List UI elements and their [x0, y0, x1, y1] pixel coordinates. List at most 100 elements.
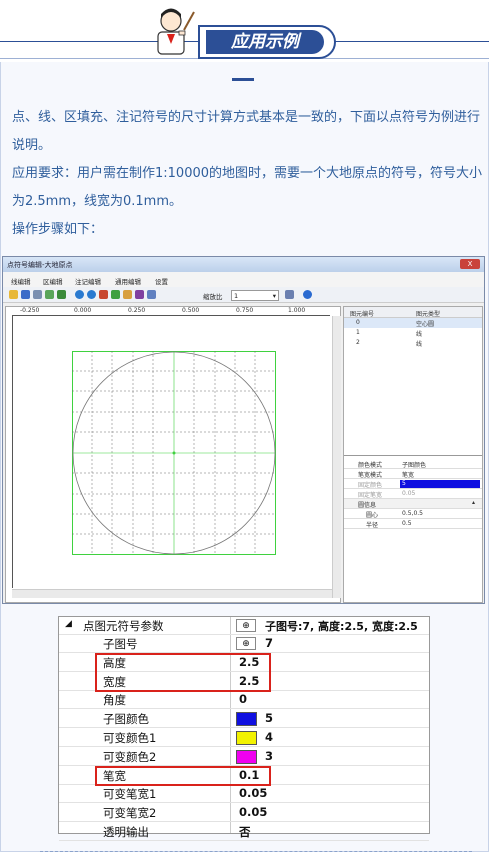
vertical-scrollbar[interactable] [332, 316, 341, 598]
color-swatch[interactable] [236, 712, 257, 727]
close-button[interactable]: X [460, 259, 480, 269]
element-type: 空心圆 [416, 321, 435, 328]
ruler-tick: -0.250 [20, 307, 40, 314]
grid-icon[interactable] [111, 290, 120, 299]
import-icon[interactable] [45, 290, 54, 299]
zoom-icon[interactable] [135, 290, 144, 299]
property-row[interactable]: 颜色模式 子图颜色 [344, 459, 482, 469]
property-key: 笔宽模式 [358, 472, 383, 479]
parameter-label: 可变颜色2 [103, 749, 157, 764]
property-value: 0.5 [402, 520, 412, 527]
menu-area-edit[interactable]: 区编辑 [43, 276, 63, 286]
save-icon[interactable] [21, 290, 30, 299]
color-swatch[interactable] [236, 749, 257, 764]
section-badge: 应用示例 [206, 30, 324, 54]
table-row[interactable]: 可变笔宽1 0.05 [59, 785, 429, 804]
teacher-illustration [148, 4, 196, 56]
property-key: 固定颜色 [358, 482, 383, 489]
color-swatch[interactable] [236, 731, 257, 745]
parameter-value: 7 [265, 636, 274, 650]
property-row[interactable]: 圆心 0.5,0.5 [344, 509, 482, 519]
menu-settings[interactable]: 设置 [155, 276, 168, 286]
list-item[interactable]: 2 线 [344, 338, 482, 348]
property-value: 5 [400, 480, 480, 488]
symbol-editor-window: 点符号编辑-大地原点 X 线编辑 区编辑 注记编辑 通用编辑 设置 缩放比 1 ▾… [2, 256, 485, 604]
highlight-penwidth-box [95, 765, 271, 787]
parameter-label: 可变笔宽2 [103, 806, 157, 821]
property-value: 0.5,0.5 [402, 510, 423, 517]
menu-line-edit[interactable]: 线编辑 [11, 276, 31, 286]
menu-annotation-edit[interactable]: 注记编辑 [75, 276, 101, 286]
table-row[interactable]: 角度 0 [59, 691, 429, 710]
symbol-parameters-grid: ◢ 点图元符号参数 ⊕ 子图号:7, 高度:2.5, 宽度:2.5 子图号 ⊕ 7 高… [58, 616, 430, 841]
element-panel: 图元编号 图元类型 0 空心圆 1 线 2 线 颜色模式 子图颜色 笔宽模式 笔宽 … [343, 306, 483, 603]
ruler-tick: 0.000 [74, 307, 92, 314]
ruler-tick: 0.500 [182, 307, 200, 314]
select-icon[interactable] [147, 290, 156, 299]
property-group[interactable]: 圆信息 ▴ [344, 499, 482, 509]
column-element-type: 图元类型 [416, 311, 441, 318]
property-key: 半径 [366, 522, 379, 529]
undo-icon[interactable] [75, 290, 84, 299]
symbol-canvas[interactable]: -0.250 0.000 0.250 0.500 0.750 1.000 [5, 306, 341, 603]
symbol-grid [72, 351, 276, 555]
zoom-label: 缩放比 [203, 293, 223, 301]
parameter-value: 5 [265, 711, 274, 726]
ruler-tick: 0.250 [128, 307, 146, 314]
list-item[interactable]: 0 空心圆 [344, 318, 482, 328]
table-row[interactable]: 可变颜色1 4 [59, 729, 429, 747]
column-element-id: 图元编号 [350, 311, 375, 318]
chevron-down-icon: ▾ [272, 292, 276, 300]
pen-icon[interactable] [99, 290, 108, 299]
panel-splitter[interactable] [344, 455, 482, 456]
parameter-label: 子图颜色 [103, 712, 149, 727]
ruler-tick: 0.750 [236, 307, 254, 314]
element-type: 线 [416, 341, 423, 348]
parameter-value[interactable]: 0 [239, 692, 247, 706]
bottom-divider [40, 851, 472, 852]
table-row[interactable]: 子图号 ⊕ 7 [59, 635, 429, 653]
redo-icon[interactable] [87, 290, 96, 299]
property-value: 子图颜色 [402, 462, 427, 469]
property-key: 圆信息 [358, 502, 377, 509]
export-icon[interactable] [57, 290, 66, 299]
element-list-header: 图元编号 图元类型 [344, 307, 482, 318]
parameter-value[interactable]: 0.05 [239, 786, 267, 800]
table-row[interactable]: 可变颜色2 3 [59, 748, 429, 766]
table-row[interactable]: 可变笔宽2 0.05 [59, 804, 429, 823]
parameter-value[interactable]: 0.05 [239, 805, 267, 819]
paragraph-requirement: 应用要求：用户需在制作1:10000的地图时，需要一个大地原点的符号，符号大小为… [12, 166, 483, 209]
property-row[interactable]: 固定笔宽 0.05 [344, 489, 482, 499]
parameter-group-row[interactable]: ◢ 点图元符号参数 ⊕ 子图号:7, 高度:2.5, 宽度:2.5 [59, 617, 429, 635]
divider-dash [232, 78, 254, 81]
chevron-up-icon: ▴ [472, 499, 476, 506]
property-row[interactable]: 半径 0.5 [344, 519, 482, 529]
table-row[interactable]: 子图颜色 5 [59, 710, 429, 729]
list-item[interactable]: 1 线 [344, 328, 482, 338]
draw-line-icon[interactable] [285, 290, 294, 299]
window-titlebar: 点符号编辑-大地原点 X [3, 257, 484, 272]
parameter-label: 可变笔宽1 [103, 787, 157, 802]
property-row[interactable]: 固定颜色 5 [344, 479, 482, 489]
property-value: 0.05 [402, 490, 416, 497]
open-icon[interactable] [9, 290, 18, 299]
paragraph-intro: 点、线、区填充、注记符号的尺寸计算方式基本是一致的，下面以点符号为例进行说明。 [12, 110, 481, 153]
element-id: 1 [356, 329, 360, 336]
parameter-value: 3 [265, 748, 274, 763]
property-key: 颜色模式 [358, 462, 383, 469]
parameter-value[interactable]: 否 [239, 824, 251, 840]
subgraph-icon: ⊕ [236, 637, 256, 650]
pan-icon[interactable] [123, 290, 132, 299]
color-icon[interactable] [303, 290, 312, 299]
collapse-icon[interactable]: ◢ [65, 619, 72, 629]
ruler-tick: 1.000 [288, 307, 306, 314]
element-id: 2 [356, 339, 360, 346]
table-row[interactable]: 透明输出 否 [59, 823, 429, 841]
zoom-select[interactable]: 1 ▾ [231, 290, 279, 301]
horizontal-scrollbar[interactable] [12, 589, 332, 598]
parameter-label: 角度 [103, 693, 126, 708]
property-row[interactable]: 笔宽模式 笔宽 [344, 469, 482, 479]
copy-icon[interactable] [33, 290, 42, 299]
property-key: 固定笔宽 [358, 492, 383, 499]
menu-general-edit[interactable]: 通用编辑 [115, 276, 141, 286]
